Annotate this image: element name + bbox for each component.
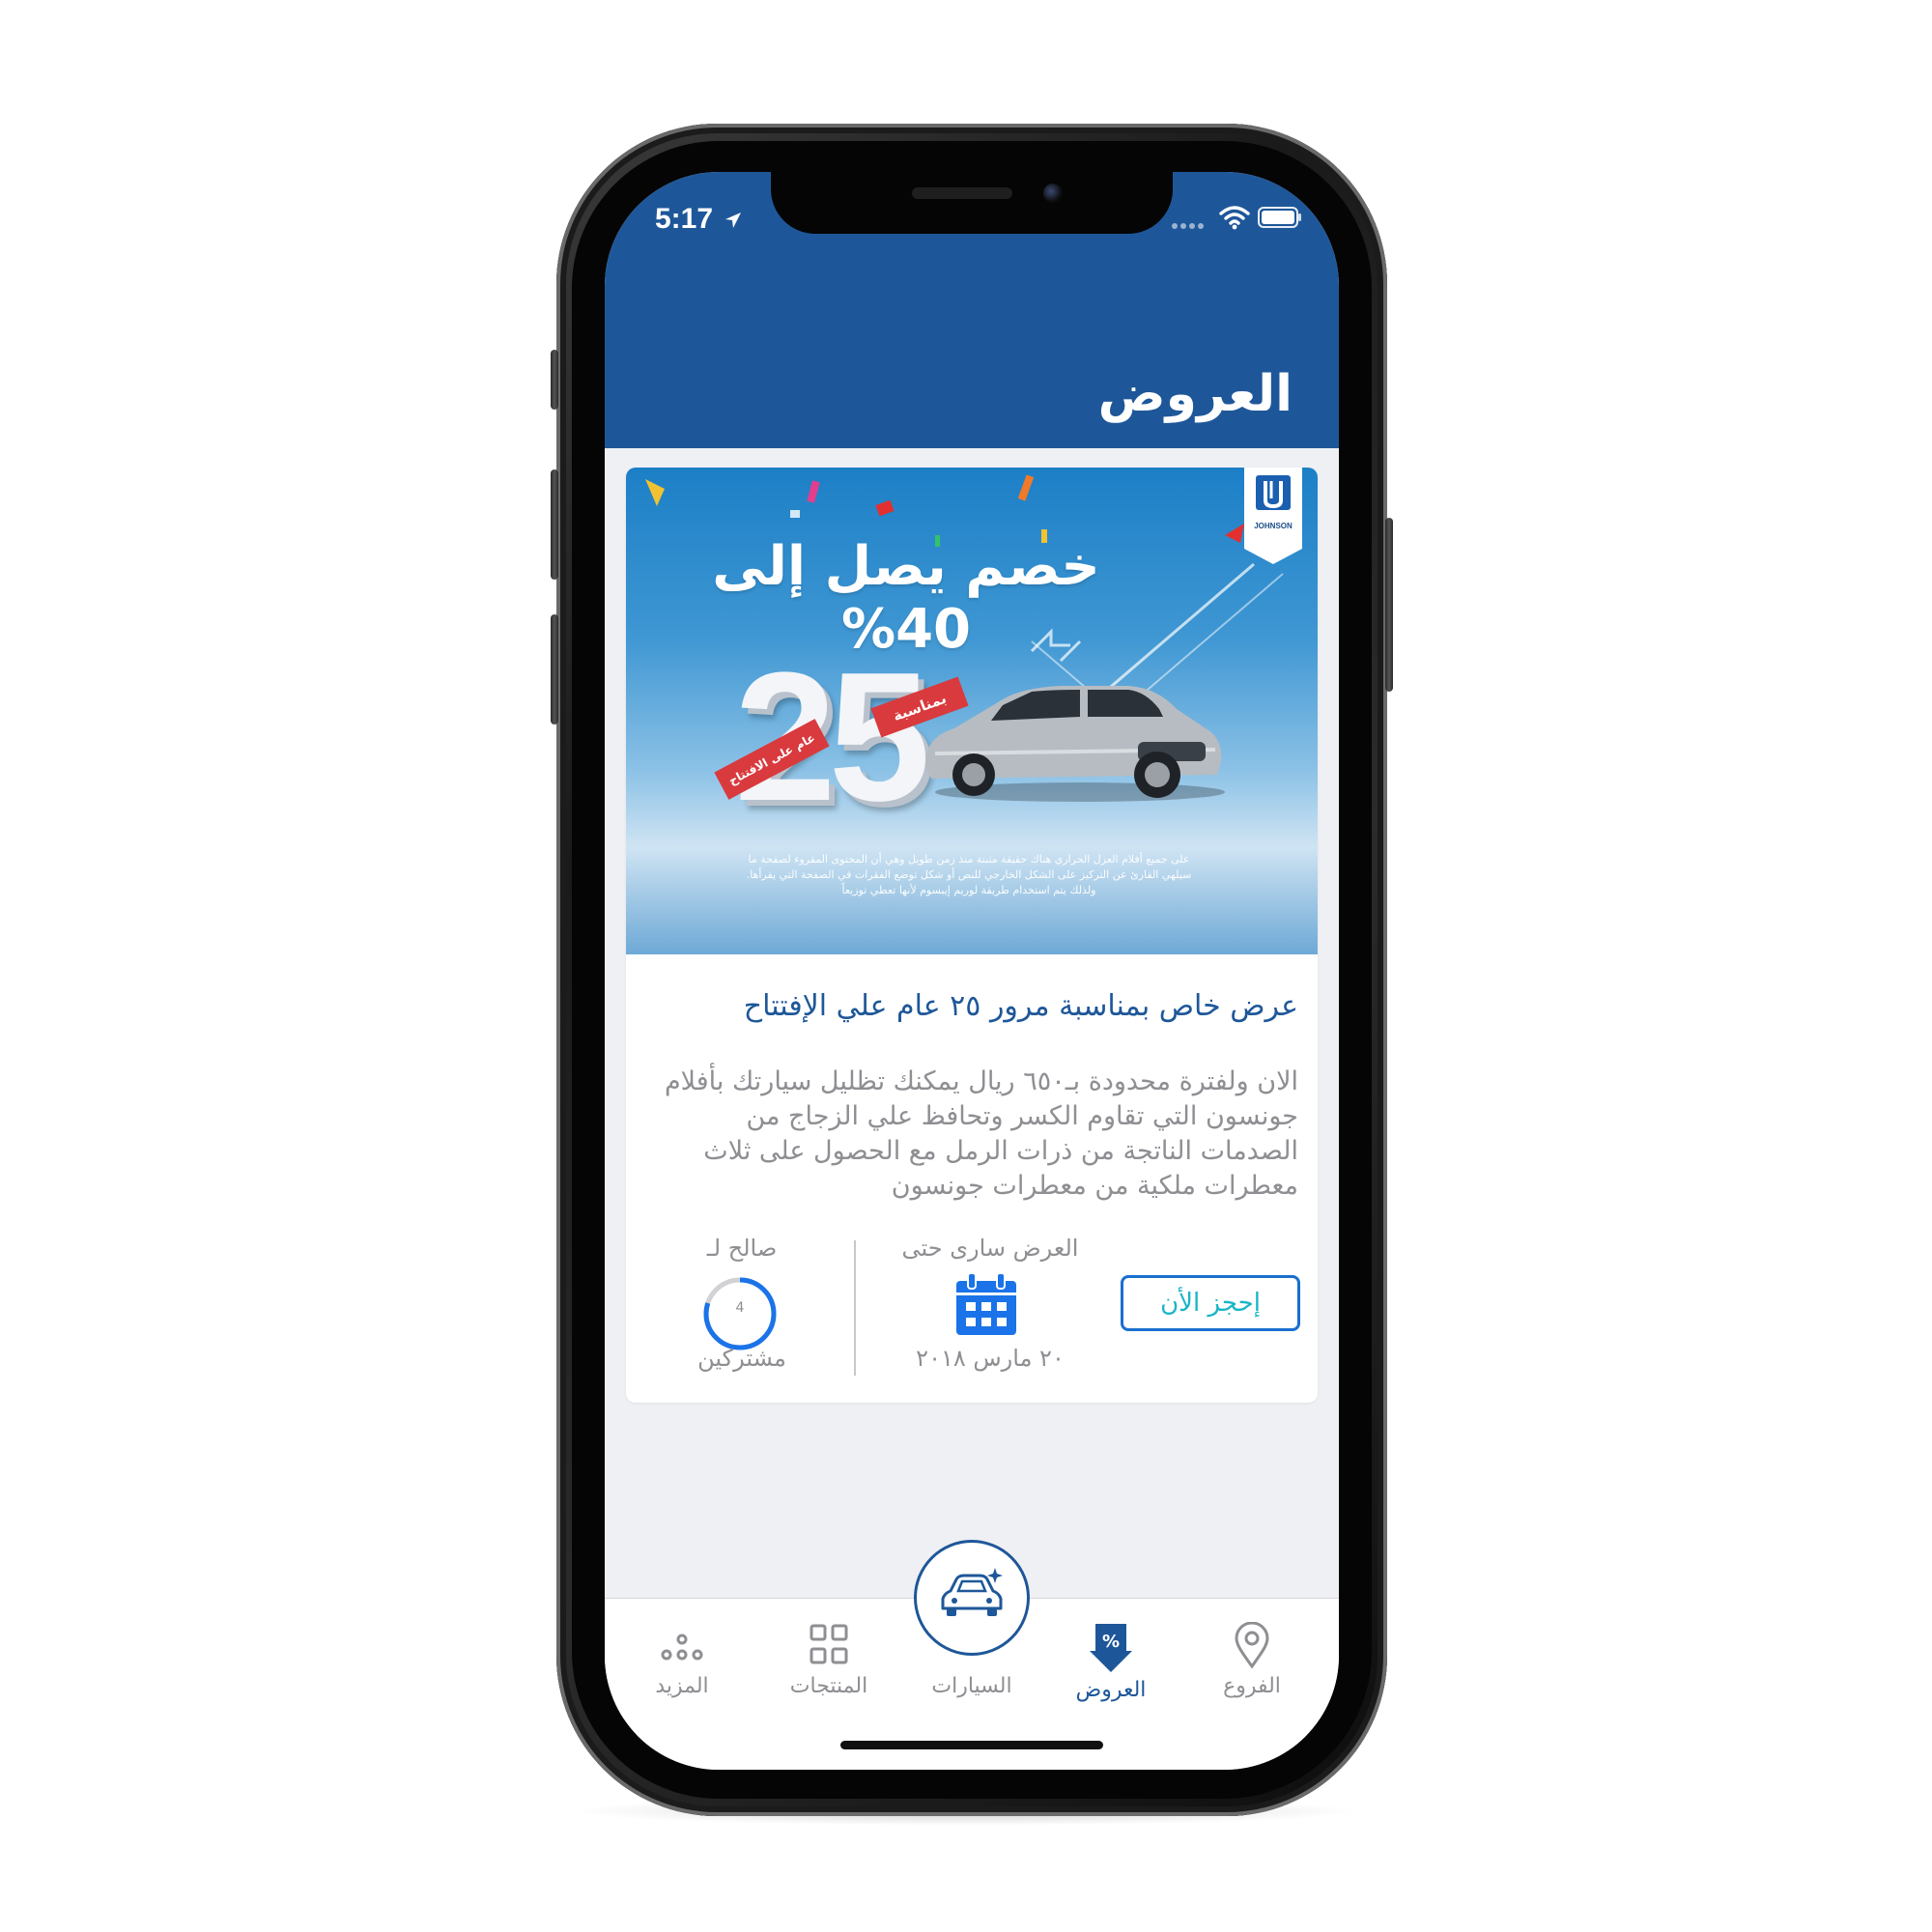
offer-description: الان ولفترة محدودة بـ٦٥٠ ريال يمكنك تظلي… bbox=[664, 1066, 1298, 1201]
brand-name: JOHNSON bbox=[1254, 522, 1293, 530]
banner-headline: خصم يصل إلى 40% bbox=[712, 535, 1100, 661]
battery-icon bbox=[1258, 207, 1301, 228]
banner-fine-print: على جميع أفلام العزل الحراري هناك حقيقة … bbox=[746, 853, 1192, 896]
offer-card[interactable]: JOHNSON خصم يصل إلى 40% 25 عام على الافت… bbox=[626, 468, 1318, 1403]
valid-until-date: ٢٠ مارس ٢٠١٨ bbox=[916, 1345, 1065, 1372]
info-divider bbox=[854, 1240, 856, 1376]
calendar-icon bbox=[956, 1272, 1016, 1335]
tab-products[interactable]: المنتجات bbox=[761, 1622, 896, 1728]
earpiece-speaker bbox=[912, 187, 1012, 199]
status-time-text: 5:17 bbox=[655, 203, 714, 235]
front-camera bbox=[1043, 184, 1063, 203]
tab-cars-label: السيارات bbox=[931, 1674, 1012, 1698]
wifi-icon bbox=[1219, 206, 1250, 230]
location-pin-icon bbox=[1235, 1622, 1269, 1668]
offer-title: عرض خاص بمناسبة مرور ٢٥ عام علي الإفتتاح bbox=[743, 989, 1298, 1023]
subscribers-count: 4 bbox=[735, 1300, 745, 1316]
tab-offers[interactable]: % العروض bbox=[1043, 1622, 1179, 1728]
tab-offers-label: العروض bbox=[1075, 1678, 1147, 1702]
offers-percent-icon: % bbox=[1090, 1624, 1132, 1672]
tab-branches-label: الفروع bbox=[1223, 1674, 1281, 1698]
tab-products-label: المنتجات bbox=[789, 1674, 868, 1698]
tab-more-label: المزيد bbox=[655, 1674, 709, 1698]
page-title: العروض bbox=[1097, 365, 1293, 423]
power-button bbox=[1385, 518, 1393, 692]
johnson-logo bbox=[1244, 468, 1302, 564]
notch bbox=[771, 172, 1173, 234]
volume-down-button bbox=[551, 614, 558, 724]
grid-icon bbox=[810, 1624, 848, 1664]
mute-switch bbox=[551, 350, 558, 410]
offer-banner-image: JOHNSON خصم يصل إلى 40% 25 عام على الافت… bbox=[626, 468, 1318, 954]
car-image bbox=[924, 686, 1225, 802]
car-icon bbox=[941, 1568, 1003, 1616]
more-dots-icon bbox=[661, 1634, 703, 1661]
tab-more[interactable]: المزيد bbox=[614, 1622, 750, 1728]
cars-center-button[interactable] bbox=[914, 1540, 1030, 1656]
svg-text:%: % bbox=[1102, 1632, 1120, 1652]
valid-until-label: العرض سارى حتى bbox=[901, 1235, 1079, 1262]
signal-dots-icon bbox=[1172, 223, 1204, 229]
location-arrow-icon bbox=[725, 213, 742, 229]
subscribers-label: مشتركين bbox=[697, 1345, 786, 1372]
phone-screen: 5:17 العروض JOHNSON خصم يصل إلى 40% 25 ع… bbox=[605, 172, 1339, 1770]
valid-for-label: صالح لـ bbox=[706, 1235, 778, 1262]
status-time: 5:17 bbox=[655, 203, 771, 242]
volume-up-button bbox=[551, 469, 558, 580]
book-now-button[interactable]: إحجز الأن bbox=[1121, 1275, 1300, 1331]
home-indicator bbox=[840, 1741, 1103, 1749]
tab-branches[interactable]: الفروع bbox=[1184, 1622, 1320, 1728]
